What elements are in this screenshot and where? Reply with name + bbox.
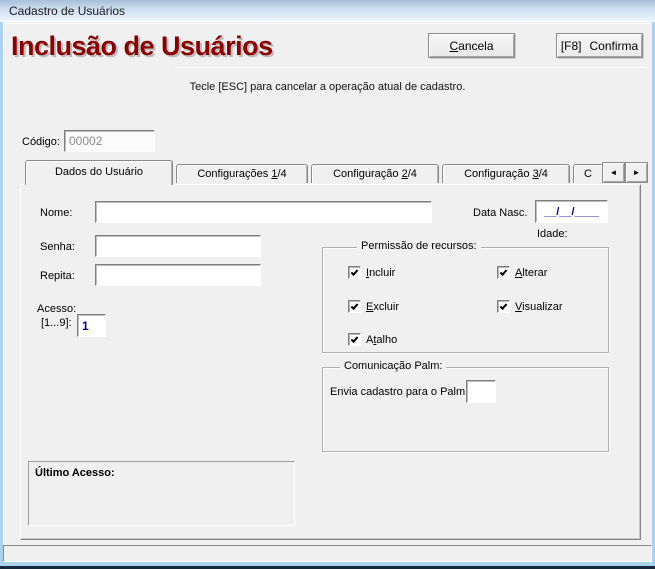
acesso-label-line1: Acesso: — [37, 303, 76, 315]
window-title: Cadastro de Usuários — [9, 4, 125, 18]
checkbox-incluir-label: Incluir — [366, 267, 395, 279]
tab-configuracao-2-4[interactable]: Configuração 2/4 — [311, 164, 439, 183]
data-nasc-label: Data Nasc. — [473, 207, 527, 219]
tab-label: Configuração 3/4 — [464, 168, 548, 180]
ultimo-acesso-panel: Último Acesso: — [28, 461, 295, 526]
senha-input[interactable] — [95, 235, 261, 257]
checkbox-box — [348, 333, 361, 346]
tab-configuracoes-1-4[interactable]: Configurações 1/4 — [176, 164, 308, 183]
palm-envio-label: Envia cadastro para o Palm: — [330, 386, 468, 398]
codigo-label: Código: — [22, 136, 60, 148]
repita-label: Repita: — [40, 270, 75, 282]
tab-label: Dados do Usuário — [55, 166, 143, 178]
tab-label: Configuração 2/4 — [333, 168, 417, 180]
checkmark-icon — [351, 302, 359, 310]
header-divider — [175, 67, 646, 68]
tab-configuracao-3-4[interactable]: Configuração 3/4 — [442, 164, 570, 183]
arrow-left-icon: ◄ — [610, 168, 618, 177]
cancel-button-label: Cancela — [449, 39, 493, 53]
page-title: Inclusão de Usuários — [11, 31, 273, 62]
repita-input[interactable] — [95, 264, 261, 286]
checkmark-icon — [351, 335, 359, 343]
window-border-left — [0, 22, 3, 566]
data-nasc-input[interactable] — [535, 200, 608, 223]
checkbox-alterar[interactable]: Alterar — [497, 266, 547, 279]
window-titlebar[interactable]: Cadastro de Usuários — [0, 0, 655, 22]
tab-scroll-left-button[interactable]: ◄ — [602, 162, 625, 183]
palm-legend: Comunicação Palm: — [340, 360, 446, 372]
cancel-button[interactable]: Cancela — [428, 33, 515, 58]
tab-label: C — [584, 168, 592, 180]
checkbox-atalho[interactable]: Atalho — [348, 333, 397, 346]
checkmark-icon — [351, 268, 359, 276]
nome-input[interactable] — [95, 201, 432, 223]
permissoes-legend: Permissão de recursos: — [357, 240, 481, 252]
checkmark-icon — [500, 302, 508, 310]
cadastro-usuarios-window: Cadastro de Usuários Inclusão de Usuário… — [0, 0, 655, 569]
confirm-key-hint: [F8] — [561, 39, 582, 53]
checkbox-visualizar-label: Visualizar — [515, 301, 563, 313]
checkbox-box — [348, 300, 361, 313]
acesso-input[interactable] — [77, 314, 106, 337]
status-bar — [3, 545, 652, 562]
checkbox-atalho-label: Atalho — [366, 334, 397, 346]
tab-dados-do-usuario[interactable]: Dados do Usuário — [25, 160, 173, 185]
checkbox-incluir[interactable]: Incluir — [348, 266, 395, 279]
confirm-button-label: Confirma — [589, 39, 638, 53]
senha-label: Senha: — [40, 241, 75, 253]
codigo-input[interactable] — [64, 130, 155, 152]
checkbox-box — [497, 300, 510, 313]
checkbox-box — [348, 266, 361, 279]
idade-label: Idade: — [537, 228, 568, 240]
checkbox-visualizar[interactable]: Visualizar — [497, 300, 563, 313]
palm-envio-input[interactable] — [466, 380, 496, 403]
confirm-button[interactable]: [F8] Confirma — [556, 33, 643, 58]
tab-scroll-right-button[interactable]: ► — [625, 162, 648, 183]
checkbox-box — [497, 266, 510, 279]
acesso-label-line2: [1...9]: — [41, 317, 72, 329]
ultimo-acesso-label: Último Acesso: — [35, 467, 115, 479]
nome-label: Nome: — [40, 207, 72, 219]
arrow-right-icon: ► — [633, 168, 641, 177]
tab-label: Configurações 1/4 — [197, 168, 286, 180]
esc-instruction-text: Tecle [ESC] para cancelar a operação atu… — [0, 81, 655, 93]
checkbox-alterar-label: Alterar — [515, 267, 547, 279]
checkbox-excluir-label: Excluir — [366, 301, 399, 313]
checkmark-icon — [500, 268, 508, 276]
checkbox-excluir[interactable]: Excluir — [348, 300, 399, 313]
